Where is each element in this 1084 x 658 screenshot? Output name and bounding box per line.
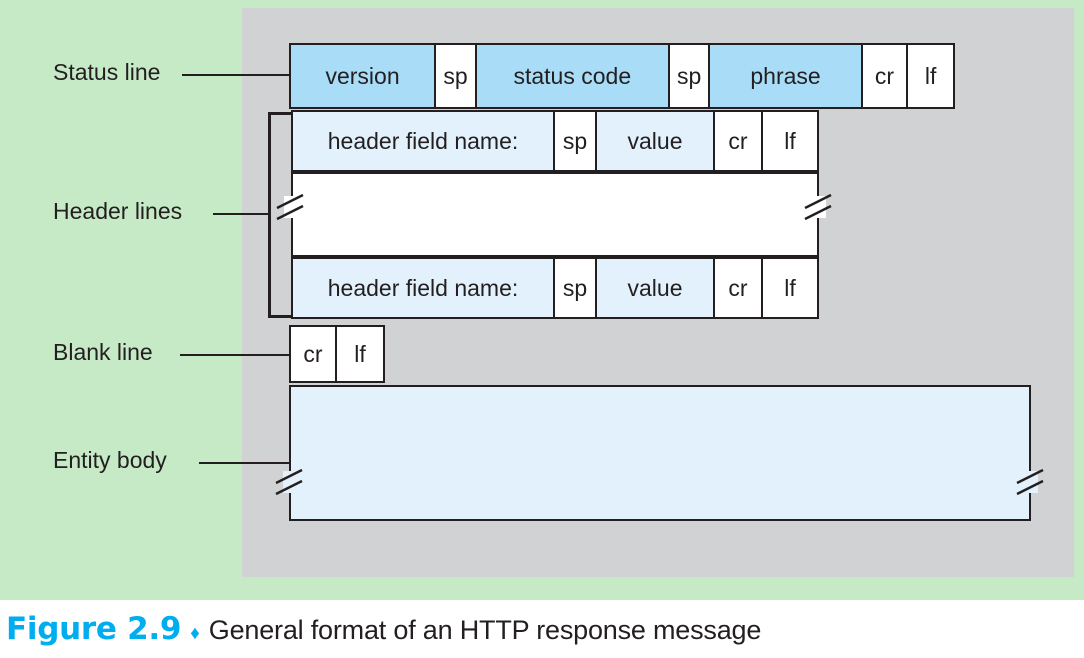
cell-version: version <box>291 45 437 107</box>
status-line-row: version sp status code sp phrase cr lf <box>289 43 955 109</box>
cell-blank-lf: lf <box>337 327 383 381</box>
leader-status-line <box>182 74 290 76</box>
figure-diagram-area: version sp status code sp phrase cr lf h… <box>0 0 1084 600</box>
diamond-icon: ♦ <box>190 623 200 644</box>
figure-number: Figure 2.9 <box>6 611 182 647</box>
cell-header-lf-1: lf <box>763 112 817 170</box>
leader-entity-body <box>199 462 290 464</box>
header-field-row-first: header field name: sp value cr lf <box>291 110 819 172</box>
cell-header-field-name-1: header field name: <box>293 112 555 170</box>
cell-header-sp-2: sp <box>555 259 597 317</box>
cell-header-cr-1: cr <box>715 112 763 170</box>
blank-line-row: cr lf <box>289 325 385 383</box>
entity-body-box <box>289 385 1031 521</box>
cell-status-code: status code <box>476 45 670 107</box>
figure-caption-text: General format of an HTTP response messa… <box>208 615 762 645</box>
cell-blank-cr: cr <box>291 327 337 381</box>
label-header-lines: Header lines <box>53 198 183 224</box>
figure-caption-bar: Figure 2.9 ♦ General format of an HTTP r… <box>0 600 1084 658</box>
cell-sp-2: sp <box>669 45 711 107</box>
label-entity-body: Entity body <box>53 447 167 473</box>
cell-sp-1: sp <box>436 45 477 107</box>
cell-lf-1: lf <box>908 45 954 107</box>
cell-cr-1: cr <box>862 45 909 107</box>
cell-header-field-name-2: header field name: <box>293 259 555 317</box>
cell-phrase: phrase <box>710 45 863 107</box>
cell-header-value-2: value <box>597 259 715 317</box>
cell-header-sp-1: sp <box>555 112 597 170</box>
leader-header-lines <box>213 213 271 215</box>
header-field-row-last: header field name: sp value cr lf <box>291 257 819 319</box>
header-lines-gap-box <box>291 172 819 257</box>
cell-header-cr-2: cr <box>715 259 763 317</box>
label-blank-line: Blank line <box>53 339 153 365</box>
header-lines-bracket <box>268 112 292 318</box>
label-status-line: Status line <box>53 59 161 85</box>
leader-blank-line <box>180 354 290 356</box>
cell-header-lf-2: lf <box>763 259 817 317</box>
cell-header-value-1: value <box>597 112 715 170</box>
